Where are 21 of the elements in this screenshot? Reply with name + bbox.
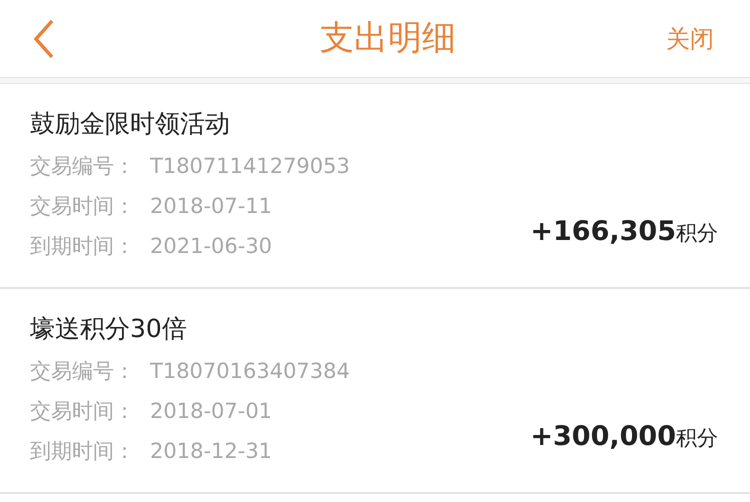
points-amount: +300,000 [530, 420, 676, 454]
detail-value: 2018-12-31 [150, 438, 272, 465]
points-amount: +166,305 [530, 215, 676, 249]
detail-label: 到期时间： [30, 438, 136, 465]
detail-value: T18071141279053 [150, 153, 350, 180]
detail-label: 到期时间： [30, 233, 136, 260]
detail-label: 交易时间： [30, 193, 136, 220]
back-icon[interactable] [32, 18, 56, 58]
record-title: 壕送积分30倍 [30, 313, 188, 345]
page-title: 支出明细 [320, 17, 456, 60]
detail-value: 2021-06-30 [150, 233, 272, 260]
detail-label: 交易编号： [30, 358, 136, 385]
points-unit: 积分 [676, 425, 718, 452]
detail-value: T18070163407384 [150, 358, 350, 385]
detail-label: 交易编号： [30, 153, 136, 180]
detail-label: 交易时间： [30, 398, 136, 425]
points-unit: 积分 [676, 220, 718, 247]
detail-value: 2018-07-11 [150, 193, 272, 220]
record-title: 鼓励金限时领活动 [30, 108, 231, 140]
close-button[interactable]: 关闭 [660, 20, 720, 56]
detail-value: 2018-07-01 [150, 398, 272, 425]
